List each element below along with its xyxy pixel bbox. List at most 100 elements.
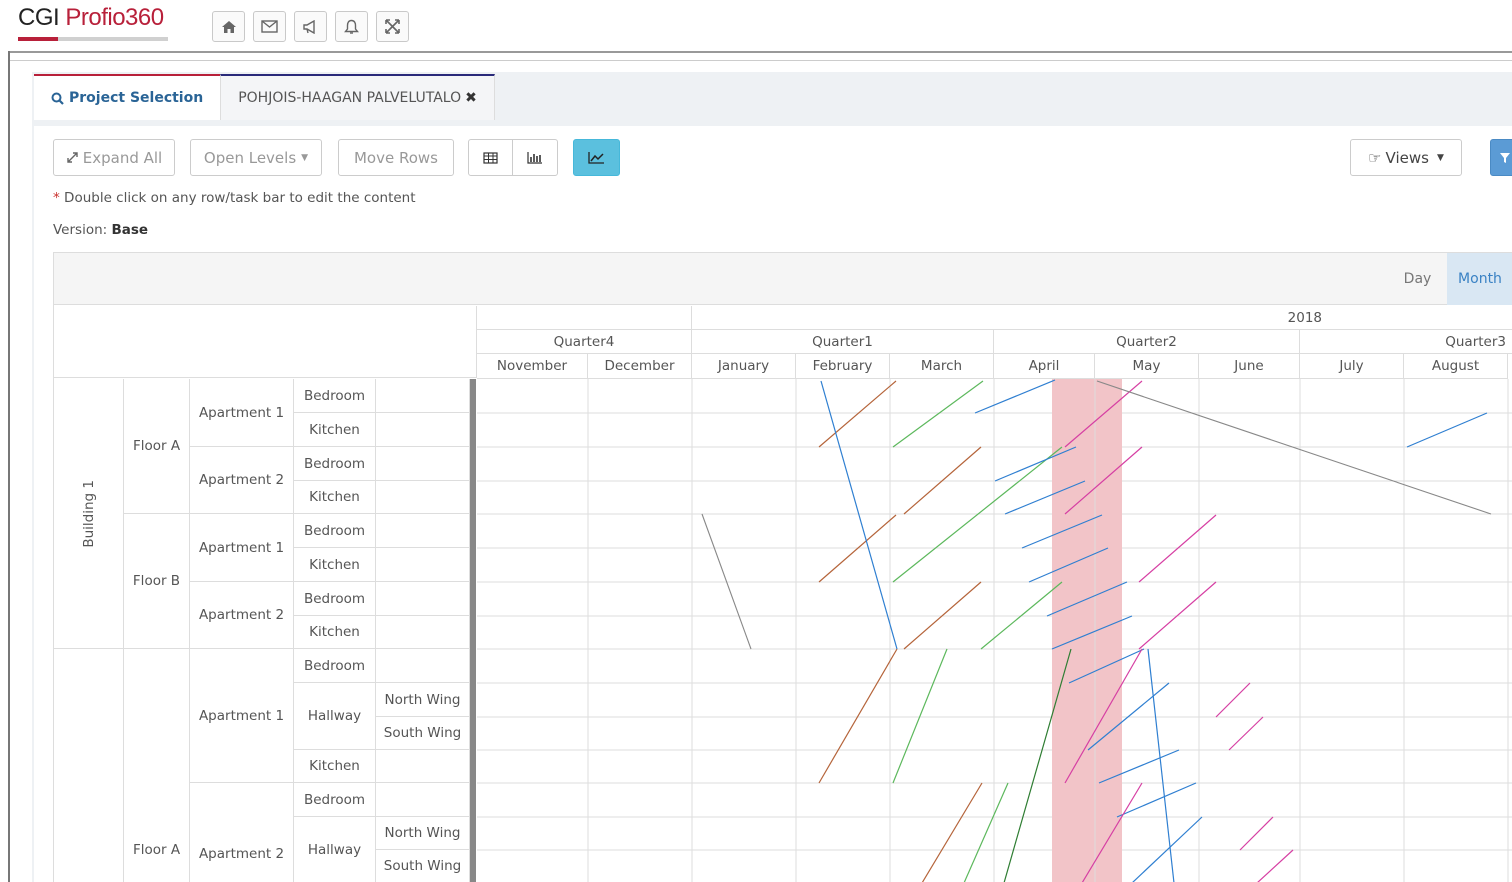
room-cell[interactable]: Hallway — [294, 683, 376, 750]
scale-month-button[interactable]: Month — [1447, 253, 1512, 305]
table-icon — [483, 151, 498, 164]
quarter-header: Quarter2 — [994, 330, 1300, 354]
caret-down-icon: ▼ — [301, 152, 309, 163]
bar-chart-icon — [527, 152, 542, 164]
expand-all-label: Expand All — [82, 148, 163, 167]
month-header: January — [692, 354, 796, 379]
wing-cell[interactable] — [376, 379, 470, 413]
expand-all-button[interactable]: Expand All — [53, 139, 175, 176]
edit-hint-text: Double click on any row/task bar to edit… — [64, 190, 416, 206]
wing-cell[interactable] — [376, 649, 470, 683]
room-cell[interactable]: Bedroom — [294, 379, 376, 413]
logo-product: Profio360 — [65, 4, 164, 31]
timeline-chart[interactable] — [477, 379, 1512, 882]
grid-splitter[interactable] — [470, 379, 476, 882]
version-label: Version: — [53, 222, 108, 238]
wing-cell[interactable] — [376, 750, 470, 783]
room-cell[interactable]: Bedroom — [294, 514, 376, 548]
grid-view-button[interactable] — [468, 139, 513, 176]
room-cell[interactable]: Bedroom — [294, 582, 376, 616]
gantt-grid: Day Month 2018 Quarter4 Quarter1 Quarter… — [53, 252, 1512, 882]
home-icon[interactable] — [212, 11, 245, 42]
expand-icon — [67, 152, 78, 163]
floor-cell[interactable]: Floor A — [124, 379, 190, 514]
filter-button[interactable] — [1490, 139, 1512, 176]
scale-toolbar: Day Month — [54, 253, 1512, 305]
apartment-cell[interactable]: Apartment 2 — [190, 783, 294, 882]
wing-cell[interactable] — [376, 413, 470, 447]
line-chart-icon — [588, 152, 604, 164]
version-value: Base — [111, 222, 149, 238]
tab-bar: Project Selection POHJOIS-HAAGAN PALVELU… — [34, 74, 495, 120]
wing-cell[interactable]: North Wing — [376, 683, 470, 717]
move-rows-label: Move Rows — [353, 148, 438, 167]
wing-cell[interactable] — [376, 616, 470, 649]
apartment-cell[interactable]: Apartment 1 — [190, 379, 294, 447]
room-cell[interactable]: Kitchen — [294, 548, 376, 582]
close-icon[interactable]: ✖ — [465, 90, 477, 106]
year-header: 2018 — [692, 306, 1512, 330]
app-logo[interactable]: CGI Profio360 — [18, 4, 164, 32]
building-cell[interactable]: Building 1 — [54, 379, 124, 649]
filter-icon — [1500, 152, 1510, 163]
room-cell[interactable]: Bedroom — [294, 447, 376, 481]
month-header: December — [588, 354, 692, 379]
envelope-icon[interactable] — [253, 11, 286, 42]
version-info: Version: Base — [53, 222, 148, 238]
building-cell[interactable] — [54, 649, 124, 882]
line-chart-view-button[interactable] — [573, 139, 620, 176]
move-rows-button[interactable]: Move Rows — [338, 139, 454, 176]
wing-cell[interactable] — [376, 582, 470, 616]
apartment-cell[interactable]: Apartment 1 — [190, 649, 294, 783]
room-cell[interactable]: Kitchen — [294, 481, 376, 514]
top-toolbar — [212, 11, 409, 42]
month-header: April — [994, 354, 1095, 379]
tab-project[interactable]: POHJOIS-HAAGAN PALVELUTALO ✖ — [220, 74, 495, 120]
current-period-highlight — [1052, 379, 1122, 882]
room-cell[interactable]: Kitchen — [294, 413, 376, 447]
wing-cell[interactable] — [376, 514, 470, 548]
search-icon — [51, 92, 64, 105]
gantt-view-button[interactable] — [512, 139, 558, 176]
tab-label: POHJOIS-HAAGAN PALVELUTALO — [238, 90, 462, 106]
month-header: February — [796, 354, 890, 379]
tree-header — [54, 306, 477, 378]
tab-label: Project Selection — [69, 90, 204, 106]
room-cell[interactable]: Bedroom — [294, 649, 376, 683]
bell-icon[interactable] — [335, 11, 368, 42]
logo-underline — [18, 37, 168, 41]
views-label: Views — [1385, 148, 1429, 167]
wing-cell[interactable]: South Wing — [376, 717, 470, 750]
wing-cell[interactable]: South Wing — [376, 850, 470, 882]
views-button[interactable]: ☞ Views ▼ — [1350, 139, 1462, 176]
logo-main: CGI — [18, 4, 60, 31]
apartment-cell[interactable]: Apartment 2 — [190, 582, 294, 649]
month-header: November — [477, 354, 588, 379]
wing-cell[interactable]: North Wing — [376, 817, 470, 850]
floor-cell[interactable]: Floor A — [124, 649, 190, 882]
tab-project-selection[interactable]: Project Selection — [34, 74, 221, 120]
wing-cell[interactable] — [376, 481, 470, 514]
apartment-cell[interactable]: Apartment 2 — [190, 447, 294, 514]
open-levels-label: Open Levels — [203, 148, 297, 167]
open-levels-button[interactable]: Open Levels ▼ — [190, 139, 322, 176]
caret-down-icon: ▼ — [1436, 152, 1444, 163]
wing-cell[interactable] — [376, 447, 470, 481]
room-cell[interactable]: Kitchen — [294, 616, 376, 649]
fullscreen-icon[interactable] — [376, 11, 409, 42]
header-divider-secondary — [10, 60, 1512, 61]
bullhorn-icon[interactable] — [294, 11, 327, 42]
month-header: August — [1404, 354, 1508, 379]
scale-day-button[interactable]: Day — [1388, 253, 1447, 305]
month-header: March — [890, 354, 994, 379]
pointing-hand-icon: ☞ — [1368, 148, 1382, 167]
wing-cell[interactable] — [376, 548, 470, 582]
month-header: June — [1199, 354, 1300, 379]
floor-cell[interactable]: Floor B — [124, 514, 190, 649]
apartment-cell[interactable]: Apartment 1 — [190, 514, 294, 582]
room-cell[interactable]: Bedroom — [294, 783, 376, 817]
room-cell[interactable]: Kitchen — [294, 750, 376, 783]
building-label: Building 1 — [80, 479, 97, 548]
wing-cell[interactable] — [376, 783, 470, 817]
room-cell[interactable]: Hallway — [294, 817, 376, 882]
